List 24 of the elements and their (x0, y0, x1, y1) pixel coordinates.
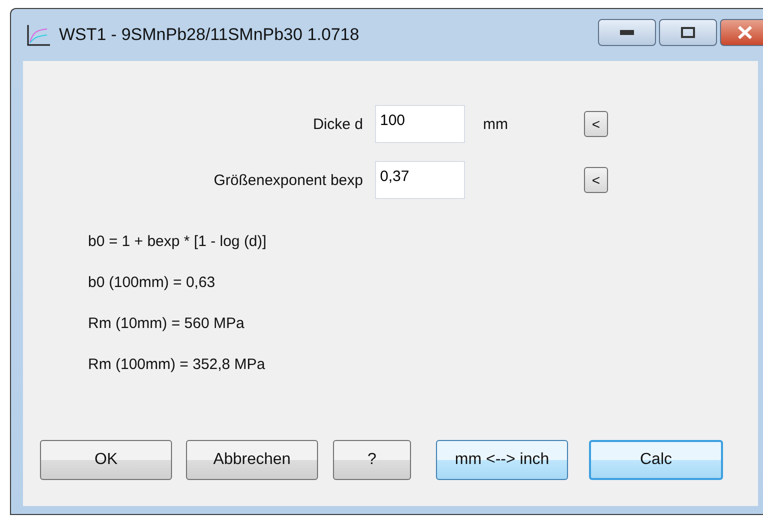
reset-button[interactable]: < (584, 111, 608, 137)
minimize-button[interactable] (598, 19, 656, 46)
unit-label: mm (482, 116, 509, 132)
dialog-button[interactable]: ? (333, 440, 411, 480)
chart-icon (27, 24, 51, 46)
result-text: Rm (10mm) = 560 MPa (88, 315, 246, 332)
maximize-button[interactable] (659, 19, 717, 46)
dialog-button[interactable]: mm <--> inch (436, 440, 568, 480)
minimize-icon (620, 30, 634, 36)
input-field[interactable]: 0,37 (375, 161, 465, 199)
window-title: WST1 - 9SMnPb28/11SMnPb30 1.0718 (59, 25, 360, 45)
reset-button[interactable]: < (584, 167, 608, 193)
result-text: b0 (100mm) = 0,63 (88, 274, 216, 291)
dialog-button[interactable]: Calc (589, 440, 723, 480)
field-label: Größenexponent bexp (212, 172, 363, 188)
result-text: b0 = 1 + bexp * [1 - log (d)] (88, 233, 268, 250)
close-button[interactable] (720, 19, 763, 46)
maximize-icon (681, 27, 695, 38)
dialog-button[interactable]: Abbrechen (186, 440, 318, 480)
close-icon (737, 26, 753, 39)
input-field[interactable]: 100 (375, 105, 465, 143)
dialog-button[interactable]: OK (40, 440, 172, 480)
result-text: Rm (100mm) = 352,8 MPa (88, 356, 266, 373)
field-label: Dicke d (312, 116, 363, 132)
